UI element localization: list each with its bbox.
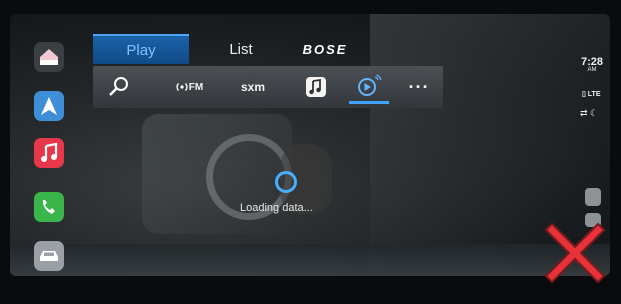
music-source-button[interactable] <box>299 70 333 104</box>
tab-list[interactable]: List <box>211 34 271 64</box>
music-button[interactable] <box>34 138 64 168</box>
more-button[interactable]: ··· <box>403 70 435 104</box>
phone-button[interactable] <box>34 192 64 222</box>
status-ampm: AM <box>587 67 597 73</box>
home-button[interactable] <box>34 42 64 72</box>
screen-photo: Play List BOSE FM sxm ··· Loading data..… <box>0 0 621 304</box>
app-dock <box>30 24 70 274</box>
fm-radio-button[interactable]: FM <box>167 70 211 104</box>
airplay-source-button[interactable] <box>349 70 389 104</box>
maps-icon <box>41 97 57 115</box>
status-icons: ⇄ ☾ <box>580 108 598 119</box>
red-x-icon <box>544 222 606 284</box>
car-icon <box>40 251 58 261</box>
tab-bose[interactable]: BOSE <box>291 34 359 64</box>
radio-antenna-icon <box>176 83 188 91</box>
connection-icon: ⇄ ☾ <box>580 108 599 118</box>
music-icon <box>41 143 58 162</box>
sxm-label: sxm <box>240 80 266 94</box>
maps-button[interactable] <box>34 91 64 121</box>
tab-play[interactable]: Play <box>93 34 189 64</box>
side-control-button[interactable] <box>585 188 601 206</box>
loading-spinner <box>275 171 297 193</box>
car-button[interactable] <box>34 241 64 271</box>
music-note-icon <box>306 77 326 97</box>
search-button[interactable] <box>101 70 137 104</box>
dashboard-reflection <box>10 244 610 276</box>
status-clock: 7:28 AM <box>574 56 610 73</box>
search-icon <box>109 77 128 96</box>
audio-tab-bar: Play List BOSE <box>93 34 369 64</box>
network-indicator: ▯ LTE <box>582 90 601 98</box>
loading-text: Loading data... <box>240 202 313 214</box>
sxm-button[interactable]: sxm <box>231 70 275 104</box>
fm-label: FM <box>188 81 204 93</box>
network-label: LTE <box>587 91 601 98</box>
source-bar: FM sxm ··· <box>93 66 443 108</box>
home-icon <box>40 49 58 65</box>
airplay-audio-icon <box>358 73 382 96</box>
phone-icon <box>42 200 55 214</box>
